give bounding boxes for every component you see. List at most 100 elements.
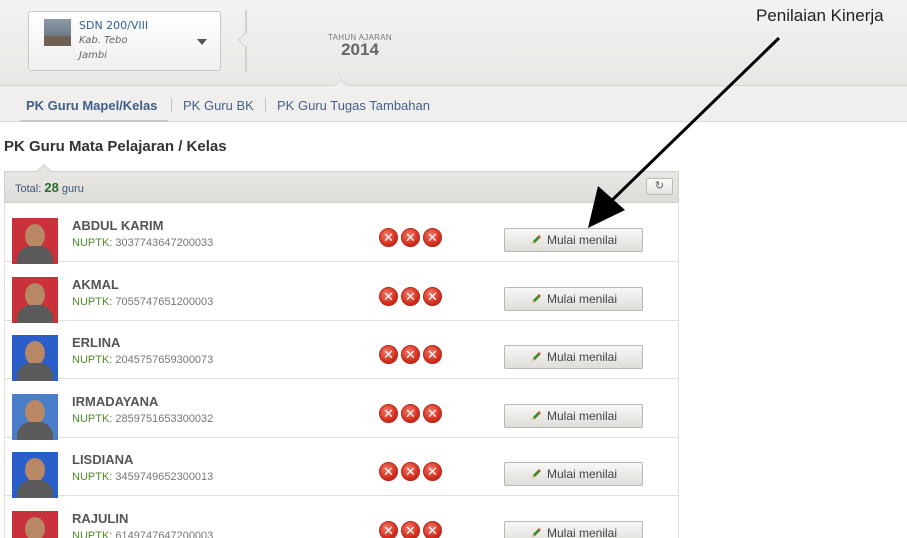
photo-face xyxy=(25,282,45,307)
total-summary: Total: 28 guru xyxy=(15,180,84,195)
total-label: Total: xyxy=(15,183,42,195)
assessment-status: ✕ ✕ ✕ xyxy=(379,345,445,365)
status-x-icon: ✕ xyxy=(379,228,398,247)
photo-body xyxy=(17,363,53,382)
start-assessment-button[interactable]: Mulai menilai xyxy=(504,462,643,487)
status-x-icon: ✕ xyxy=(379,462,398,482)
teacher-nuptk: NUPTK: 3037743647200033 xyxy=(72,237,213,249)
tab-pk-guru-bk[interactable]: PK Guru BK xyxy=(183,98,254,113)
teacher-name: LISDIANA xyxy=(72,452,134,468)
school-thumbnail xyxy=(44,19,71,46)
teacher-row: RAJULIN NUPTK: 6149747647200003 ✕ ✕ ✕ Mula… xyxy=(5,497,678,538)
start-assessment-button[interactable]: Mulai menilai xyxy=(504,345,643,370)
status-x-icon: ✕ xyxy=(379,345,398,365)
teacher-name: ABDUL KARIM xyxy=(72,218,164,233)
school-provinsi: Jambi xyxy=(79,50,107,61)
teacher-nuptk: NUPTK: 2045757659300073 xyxy=(72,354,213,366)
total-count: 28 xyxy=(44,180,59,195)
pencil-icon xyxy=(531,293,541,303)
refresh-icon: ↻ xyxy=(654,180,665,192)
nuptk-label: NUPTK: xyxy=(72,412,113,425)
teacher-photo xyxy=(12,276,58,323)
status-x-icon: ✕ xyxy=(423,345,442,365)
status-x-icon: ✕ xyxy=(379,286,398,306)
start-assessment-label: Mulai menilai xyxy=(546,291,618,306)
photo-body xyxy=(17,246,53,264)
status-x-icon: ✕ xyxy=(423,403,442,423)
photo-face xyxy=(25,458,45,483)
school-name: SDN 200/VIII xyxy=(79,19,149,32)
start-assessment-label: Mulai menilai xyxy=(546,350,618,365)
start-assessment-label: Mulai menilai xyxy=(546,467,618,482)
assessment-status: ✕ ✕ ✕ xyxy=(379,228,445,248)
photo-body xyxy=(17,480,53,499)
start-assessment-button[interactable]: Mulai menilai xyxy=(504,286,643,311)
total-bar: Total: 28 guru ↻ xyxy=(4,171,679,203)
teacher-name: IRMADAYANA xyxy=(72,393,159,409)
nuptk-label: NUPTK: xyxy=(72,354,113,367)
status-x-icon: ✕ xyxy=(423,286,442,306)
teacher-row: ABDUL KARIM NUPTK: 3037743647200033 ✕ ✕ ✕ … xyxy=(5,204,678,264)
start-assessment-button[interactable]: Mulai menilai xyxy=(504,521,643,538)
tab-pk-guru-mapel[interactable]: PK Guru Mapel/Kelas xyxy=(26,98,157,113)
chevron-down-icon[interactable] xyxy=(197,39,207,45)
start-assessment-label: Mulai menilai xyxy=(546,408,618,423)
status-x-icon: ✕ xyxy=(379,521,398,538)
photo-face xyxy=(25,399,45,424)
teacher-nuptk: NUPTK: 2859751653300032 xyxy=(72,413,213,425)
nuptk-value: 7055747651200003 xyxy=(115,295,214,308)
photo-face xyxy=(25,224,45,248)
status-x-icon: ✕ xyxy=(379,403,398,423)
tab-separator xyxy=(171,98,172,112)
assessment-status: ✕ ✕ ✕ xyxy=(379,286,445,307)
pencil-icon xyxy=(531,235,541,244)
teacher-nuptk: NUPTK: 7055747651200003 xyxy=(72,296,213,308)
start-assessment-label: Mulai menilai xyxy=(546,526,618,538)
pencil-icon xyxy=(531,410,541,420)
teacher-list: ABDUL KARIM NUPTK: 3037743647200033 ✕ ✕ ✕ … xyxy=(4,204,679,538)
status-x-icon: ✕ xyxy=(401,462,420,482)
assessment-status: ✕ ✕ ✕ xyxy=(379,462,445,482)
school-kabupaten: Kab. Tebo xyxy=(79,35,128,46)
header-divider-notch xyxy=(237,32,253,48)
teacher-row: AKMAL NUPTK: 7055747651200003 ✕ ✕ ✕ Mulai … xyxy=(5,263,678,323)
photo-body xyxy=(17,421,53,440)
nuptk-label: NUPTK: xyxy=(72,471,113,484)
teacher-photo xyxy=(12,218,58,264)
annotation-label: Penilaian Kinerja xyxy=(756,6,884,25)
nuptk-value: 3037743647200033 xyxy=(115,237,214,249)
status-x-icon: ✕ xyxy=(401,345,420,365)
nuptk-label: NUPTK: xyxy=(72,530,113,538)
pencil-icon xyxy=(531,352,541,362)
school-selector[interactable]: SDN 200/VIII Kab. Tebo Jambi xyxy=(28,11,221,71)
refresh-button[interactable]: ↻ xyxy=(646,178,673,195)
photo-body xyxy=(17,304,53,323)
status-x-icon: ✕ xyxy=(401,286,420,306)
teacher-row: LISDIANA NUPTK: 3459749652300013 ✕ ✕ ✕ Mul… xyxy=(5,438,678,499)
nuptk-value: 2045757659300073 xyxy=(115,354,214,367)
teacher-row: IRMADAYANA NUPTK: 2859751653300032 ✕ ✕ ✕ M… xyxy=(5,380,678,440)
teacher-nuptk: NUPTK: 6149747647200003 xyxy=(72,530,213,538)
teacher-photo xyxy=(12,335,58,382)
pencil-icon xyxy=(531,469,541,479)
tab-pk-guru-tugas-tambahan[interactable]: PK Guru Tugas Tambahan xyxy=(277,98,430,113)
status-x-icon: ✕ xyxy=(401,403,420,423)
nuptk-value: 2859751653300032 xyxy=(115,412,214,425)
year-value[interactable]: 2014 xyxy=(300,40,420,60)
section-title: PK Guru Mata Pelajaran / Kelas xyxy=(4,138,227,155)
tab-separator xyxy=(265,98,266,112)
start-assessment-label: Mulai menilai xyxy=(546,233,618,247)
start-assessment-button[interactable]: Mulai menilai xyxy=(504,403,643,428)
nuptk-value: 3459749652300013 xyxy=(115,471,214,484)
teacher-photo xyxy=(12,511,58,538)
teacher-row: ERLINA NUPTK: 2045757659300073 ✕ ✕ ✕ Mulai… xyxy=(5,321,678,382)
status-x-icon: ✕ xyxy=(423,521,442,538)
assessment-status: ✕ ✕ ✕ xyxy=(379,403,445,424)
teacher-photo xyxy=(12,452,58,499)
start-assessment-button[interactable]: Mulai menilai xyxy=(504,228,643,252)
photo-face xyxy=(25,517,45,538)
teacher-name: AKMAL xyxy=(72,276,119,292)
tab-bar: PK Guru Mapel/Kelas PK Guru BK PK Guru T… xyxy=(0,86,907,122)
status-x-icon: ✕ xyxy=(423,228,442,247)
pencil-icon xyxy=(531,528,541,537)
